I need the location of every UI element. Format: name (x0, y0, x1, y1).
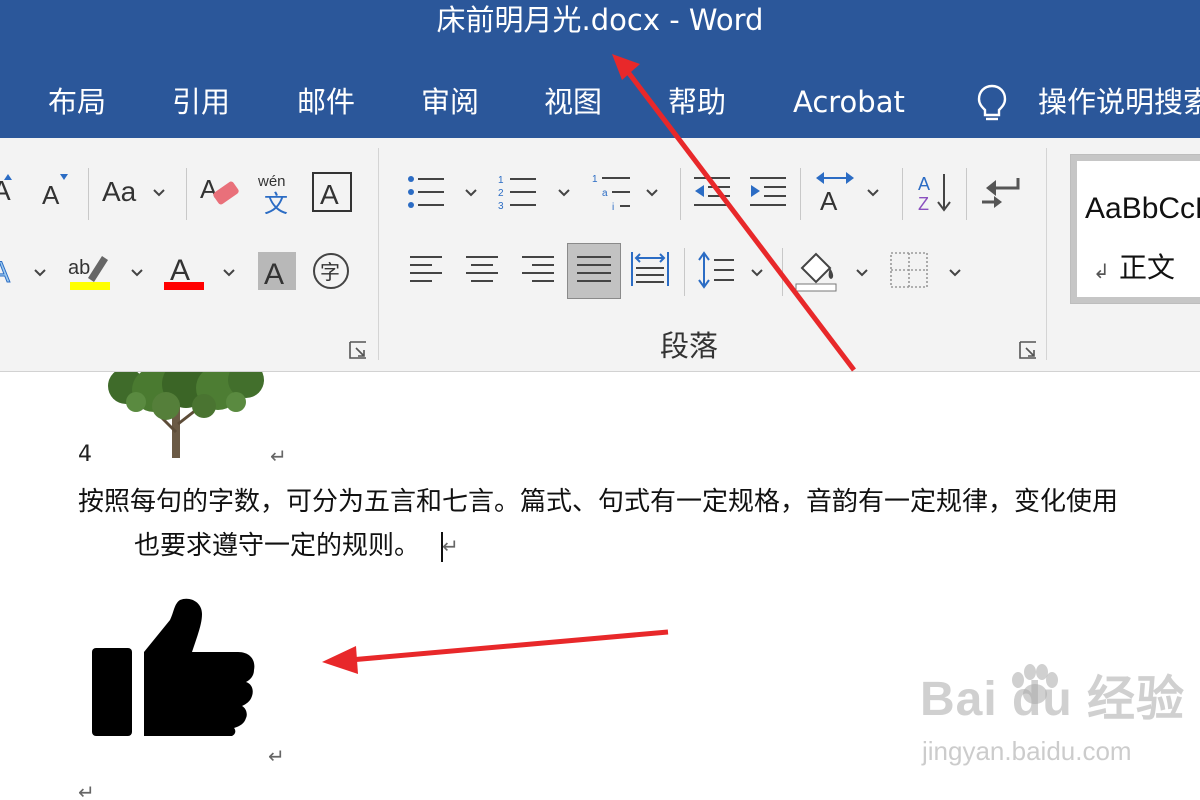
chevron-down-icon[interactable] (866, 188, 880, 198)
svg-text:A: A (42, 180, 60, 210)
chevron-down-icon[interactable] (464, 188, 478, 198)
text-cursor (441, 532, 443, 562)
svg-text:A: A (0, 256, 10, 289)
title-bar: 床前明月光.docx - Word 布局 引用 邮件 审阅 视图 帮助 Acro… (0, 0, 1200, 138)
document-number: 4 (78, 442, 92, 467)
tell-me-search[interactable]: 操作说明搜索 (1038, 80, 1200, 124)
style-sample: AaBbCcDd (1085, 192, 1200, 225)
styles-gallery[interactable]: AaBbCcDd ↲ 正文 (1070, 154, 1200, 304)
ribbon-tabs: 布局 引用 邮件 审阅 视图 帮助 Acrobat 操作说明搜索 (0, 80, 1200, 124)
paragraph-mark: ↵ (442, 534, 459, 558)
shrink-font-icon[interactable]: A (40, 170, 74, 210)
highlight-label: ab (68, 257, 90, 279)
style-paragraph-mark: ↲ (1093, 259, 1110, 283)
watermark-url: jingyan.baidu.com (922, 736, 1132, 766)
svg-text:A: A (918, 174, 930, 194)
character-shading-label: A (264, 258, 284, 290)
ribbon-separator (88, 168, 89, 220)
chevron-down-icon[interactable] (645, 188, 659, 198)
asian-layout-icon[interactable]: A (812, 170, 858, 212)
change-case-button[interactable]: Aa (102, 178, 136, 206)
character-border-icon[interactable]: A (312, 172, 352, 212)
group-separator (378, 148, 379, 360)
align-left-icon[interactable] (408, 254, 444, 284)
text-effects-icon[interactable]: A (0, 250, 22, 290)
borders-icon[interactable] (890, 252, 928, 288)
group-separator (1046, 148, 1047, 360)
document-paragraph-line[interactable]: 按照每句的字数，可分为五言和七言。篇式、句式有一定规格，音韵有一定规律，变化使用 (78, 480, 1118, 524)
multilevel-list-icon[interactable]: 1ai (592, 172, 632, 212)
chevron-down-icon[interactable] (222, 268, 236, 278)
tab-review[interactable]: 审阅 (421, 80, 479, 124)
ribbon-separator (684, 248, 685, 296)
chevron-down-icon[interactable] (855, 268, 869, 278)
increase-indent-icon[interactable] (748, 174, 788, 210)
character-border-label: A (320, 179, 339, 210)
numbering-icon[interactable]: 1 2 3 (498, 172, 538, 212)
character-shading-icon[interactable]: A (258, 252, 296, 290)
phonetic-guide-char: 文 (264, 190, 288, 214)
chevron-down-icon[interactable] (948, 268, 962, 278)
highlight-icon[interactable]: ab (68, 250, 112, 292)
tab-acrobat[interactable]: Acrobat (793, 80, 905, 124)
paragraph-group-label: 段落 (660, 329, 719, 363)
phonetic-guide-label: wén (257, 173, 286, 190)
window-title: 床前明月光.docx - Word (436, 3, 764, 37)
phonetic-guide-icon[interactable]: wén 文 (256, 172, 298, 214)
paw-icon (1012, 664, 1058, 704)
align-right-icon[interactable] (520, 254, 556, 284)
chevron-down-icon[interactable] (33, 268, 47, 278)
distributed-icon[interactable] (630, 250, 670, 288)
bullets-icon[interactable] (406, 172, 446, 212)
svg-text:A: A (200, 174, 218, 204)
tab-mailings[interactable]: 邮件 (297, 80, 355, 124)
font-color-icon[interactable]: A (162, 250, 206, 292)
paragraph-mark: ↵ (78, 780, 95, 800)
ribbon-separator (680, 168, 681, 220)
clear-formatting-icon[interactable]: A (198, 170, 244, 214)
align-center-icon[interactable] (464, 254, 500, 284)
grow-font-icon[interactable]: A (0, 170, 20, 210)
tab-help[interactable]: 帮助 (668, 80, 726, 124)
show-hide-marks-icon[interactable] (978, 174, 1022, 210)
ribbon-separator (902, 168, 903, 220)
svg-text:3: 3 (498, 201, 504, 212)
ribbon-separator (782, 248, 783, 296)
paragraph-mark: ↵ (268, 744, 285, 768)
svg-text:1: 1 (498, 175, 504, 186)
svg-text:i: i (612, 202, 614, 212)
paragraph-mark: ↵ (270, 444, 287, 468)
enclose-characters-icon[interactable]: 字 (312, 252, 350, 290)
tree-image[interactable] (96, 372, 268, 460)
paragraph-dialog-launcher-icon[interactable] (1018, 340, 1038, 360)
line-spacing-icon[interactable] (696, 250, 736, 290)
svg-text:a: a (602, 188, 608, 199)
ribbon-separator (966, 168, 967, 220)
font-dialog-launcher-icon[interactable] (348, 340, 368, 360)
chevron-down-icon[interactable] (152, 188, 166, 198)
justify-icon[interactable] (567, 243, 621, 299)
sort-icon[interactable]: AZ (914, 170, 954, 214)
shading-icon[interactable] (794, 250, 838, 292)
tab-references[interactable]: 引用 (172, 80, 230, 124)
svg-text:2: 2 (498, 188, 504, 199)
chevron-down-icon[interactable] (750, 268, 764, 278)
decrease-indent-icon[interactable] (692, 174, 732, 210)
svg-text:Z: Z (918, 194, 929, 214)
style-name-normal: 正文 (1119, 251, 1176, 284)
tab-layout[interactable]: 布局 (48, 80, 106, 124)
chevron-down-icon[interactable] (130, 268, 144, 278)
document-paragraph-line[interactable]: 也要求遵守一定的规则。 (134, 524, 420, 568)
ribbon-separator (800, 168, 801, 220)
enclose-characters-label: 字 (320, 260, 340, 284)
tab-view[interactable]: 视图 (544, 80, 602, 124)
svg-text:A: A (820, 186, 838, 212)
svg-text:1: 1 (592, 174, 598, 185)
lightbulb-icon[interactable] (974, 80, 1010, 124)
chevron-down-icon[interactable] (557, 188, 571, 198)
thumbs-up-icon[interactable] (92, 598, 256, 738)
baidu-jingyan-watermark: Bai du 经验 jingyan.baidu.com (920, 664, 1184, 782)
ribbon-separator (186, 168, 187, 220)
